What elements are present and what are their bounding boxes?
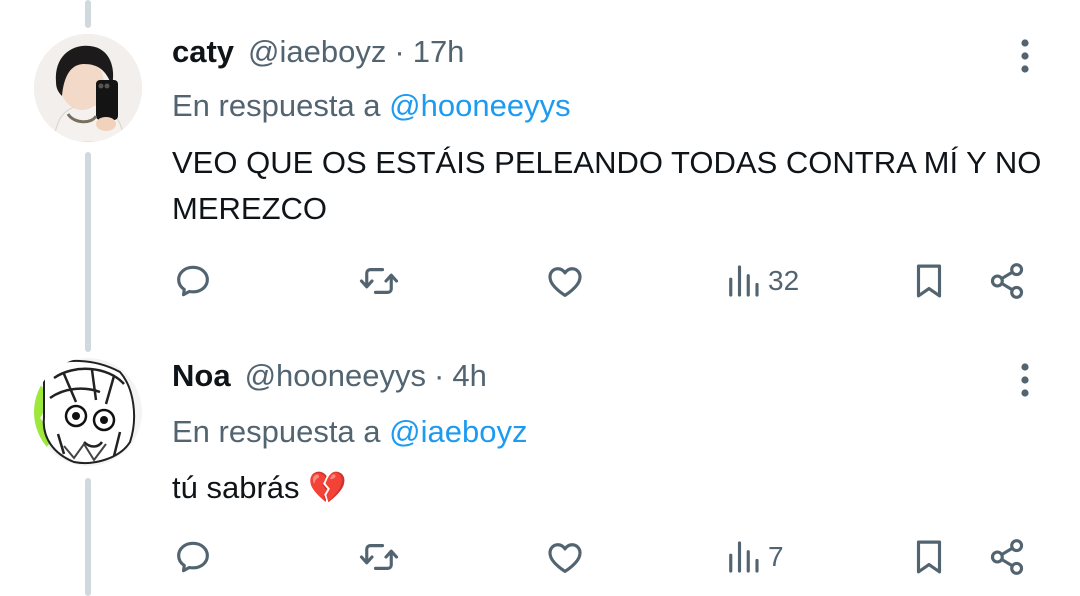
reply-icon [177, 541, 209, 573]
tweet-header: caty @iaeboyz · 17h [172, 34, 464, 70]
retweet-button[interactable] [358, 256, 400, 306]
reply-context: En respuesta a @hooneeyys [172, 88, 571, 124]
retweet-icon [359, 544, 399, 570]
reply-icon [177, 265, 209, 297]
share-button[interactable] [986, 532, 1028, 582]
reply-mention-link[interactable]: @iaeboyz [389, 414, 527, 449]
tweet-header: Noa @hooneeyys · 4h [172, 358, 487, 394]
avatar-illustration [34, 358, 142, 466]
more-icon [1021, 39, 1029, 73]
tweet[interactable]: Noa @hooneeyys · 4h En respuesta a @iaeb… [0, 330, 1080, 596]
more-options-button[interactable] [1006, 34, 1044, 78]
like-icon [548, 543, 582, 573]
separator: · [394, 34, 405, 69]
share-icon [990, 539, 1024, 575]
reply-prefix: En respuesta a [172, 414, 381, 449]
timestamp[interactable]: 17h [413, 34, 465, 70]
avatar[interactable] [34, 34, 142, 142]
avatar[interactable] [34, 358, 142, 466]
reply-mention-link[interactable]: @hooneeyys [389, 88, 570, 123]
views-icon [729, 265, 759, 297]
more-options-button[interactable] [1006, 358, 1044, 402]
tweet-text: tú sabrás 💔 [172, 470, 347, 505]
share-button[interactable] [986, 256, 1028, 306]
retweet-button[interactable] [358, 532, 400, 582]
views-icon [729, 541, 759, 573]
user-handle[interactable]: @iaeboyz [248, 34, 386, 70]
reply-button[interactable] [172, 256, 214, 306]
user-handle[interactable]: @hooneeyys [245, 358, 426, 394]
action-bar: 7 [0, 532, 1080, 582]
display-name[interactable]: Noa [172, 358, 231, 394]
retweet-icon [359, 268, 399, 294]
share-icon [990, 263, 1024, 299]
reply-prefix: En respuesta a [172, 88, 381, 123]
timestamp[interactable]: 4h [452, 358, 486, 394]
views-button[interactable]: 32 [722, 256, 799, 306]
like-icon [548, 267, 582, 297]
avatar-photo [34, 34, 142, 142]
tweet-text: VEO QUE OS ESTÁIS PELEANDO TODAS CONTRA … [172, 145, 1042, 226]
more-icon [1021, 363, 1029, 397]
bookmark-button[interactable] [908, 256, 950, 306]
views-count: 7 [768, 541, 784, 572]
like-button[interactable] [544, 532, 586, 582]
display-name[interactable]: caty [172, 34, 234, 70]
like-button[interactable] [544, 256, 586, 306]
bookmark-icon [916, 540, 942, 574]
views-button[interactable]: 7 [722, 532, 784, 582]
bookmark-icon [916, 264, 942, 298]
separator: · [434, 358, 445, 393]
action-bar: 32 [0, 256, 1080, 306]
tweet[interactable]: caty @iaeboyz · 17h En respuesta a @hoon… [0, 0, 1080, 330]
bookmark-button[interactable] [908, 532, 950, 582]
reply-context: En respuesta a @iaeboyz [172, 414, 527, 450]
views-count: 32 [768, 265, 800, 296]
reply-button[interactable] [172, 532, 214, 582]
